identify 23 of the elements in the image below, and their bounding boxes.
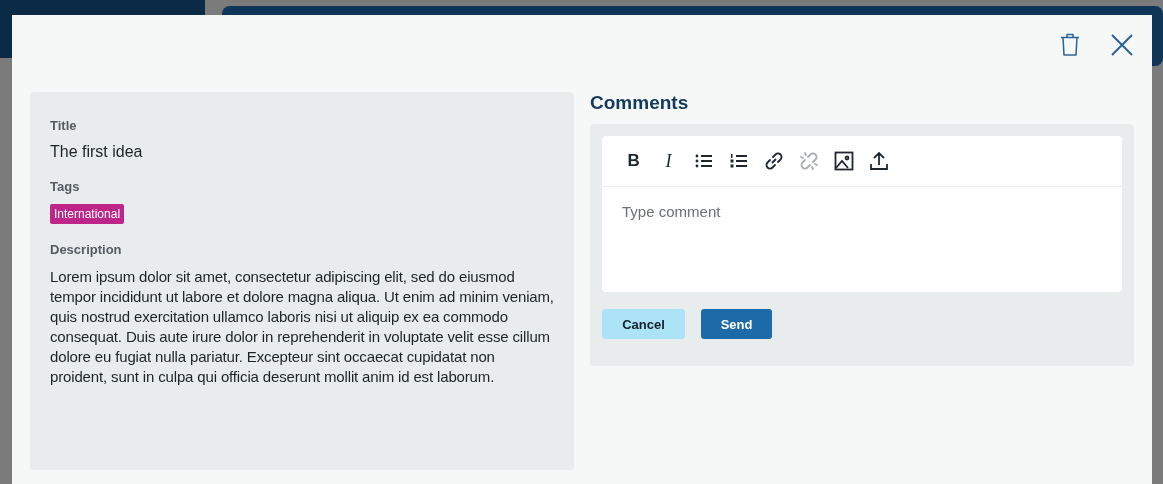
bullet-list-icon [694,153,713,169]
link-icon [763,151,784,171]
upload-button[interactable] [867,149,891,173]
comments-heading: Comments [590,92,690,114]
cancel-button[interactable]: Cancel [602,309,686,339]
image-icon [833,151,854,171]
description-text: Lorem ipsum dolor sit amet, consectetur adipiscing elit, sed do eiusmod tempor incididunt ut labore et dolore magna aliqua. Ut enim ad minim veniam, quis nostrud exercitation ullamco laboris nisi ut aliquip ex ea commodo consequat. Duis aute irure dolor in reprehenderit in voluptate velit esse cillum dolore eu fugiat nulla pariatur. Excepteur sint occaecat cupidatat non proident, sunt in culpa qui officia deserunt mollit anim id est laborum. [50,267,555,387]
field-label: Tags [50,179,81,194]
field-label: Description [50,242,123,257]
image-button[interactable] [832,149,856,173]
comment-input[interactable]: Type comment [602,187,1122,292]
trash-icon [1060,33,1080,57]
tag: International [50,204,125,224]
delete-button[interactable] [1060,31,1080,59]
upload-icon [869,151,888,171]
title-value: The first idea [50,143,144,161]
bold-button[interactable]: B [622,149,646,173]
italic-button[interactable]: I [657,149,681,173]
numbered-list-icon [729,153,748,169]
send-button[interactable]: Send [701,309,773,339]
unlink-icon [798,151,819,171]
close-icon [1110,33,1134,57]
field-label: Title [50,118,78,133]
